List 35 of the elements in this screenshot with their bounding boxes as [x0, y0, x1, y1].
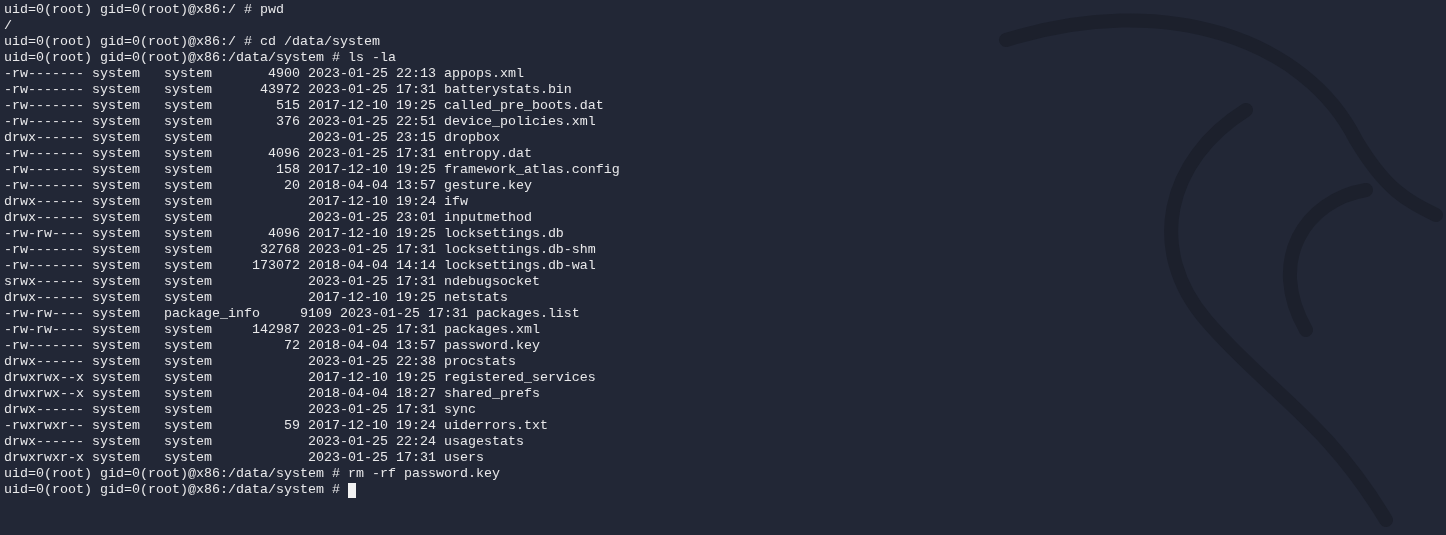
output-line: -rw-rw---- system system 4096 2017-12-10 19:25 locksettings.db [4, 226, 564, 242]
command-text: cd /data/system [258, 34, 380, 50]
output-line: -rw-rw---- system package_info 9109 2023-01-25 17:31 packages.list [4, 306, 580, 322]
output-line: srwx------ system system 2023-01-25 17:31 ndebugsocket [4, 274, 540, 290]
output-line: drwxrwx--x system system 2018-04-04 18:27 shared_prefs [4, 386, 540, 402]
output-line: drwx------ system system 2023-01-25 22:38 procstats [4, 354, 516, 370]
shell-prompt: uid=0(root) gid=0(root)@x86:/data/system # [4, 482, 340, 498]
output-line: drwx------ system system 2023-01-25 17:31 sync [4, 402, 476, 418]
output-line: -rw------- system system 4900 2023-01-25 22:13 appops.xml [4, 66, 524, 82]
shell-prompt: uid=0(root) gid=0(root)@x86:/ # [4, 34, 252, 50]
output-line: -rw------- system system 376 2023-01-25 22:51 device_policies.xml [4, 114, 596, 130]
output-line: drwx------ system system 2023-01-25 22:24 usagestats [4, 434, 524, 450]
shell-prompt: uid=0(root) gid=0(root)@x86:/data/system # [4, 466, 340, 482]
command-text: ls -la [346, 50, 396, 66]
output-line: -rw------- system system 32768 2023-01-25 17:31 locksettings.db-shm [4, 242, 596, 258]
output-line: -rw------- system system 4096 2023-01-25 17:31 entropy.dat [4, 146, 532, 162]
output-line: drwx------ system system 2017-12-10 19:24 ifw [4, 194, 468, 210]
command-text: pwd [258, 2, 284, 18]
command-text: rm -rf password.key [346, 466, 500, 482]
output-line: -rw-rw---- system system 142987 2023-01-25 17:31 packages.xml [4, 322, 540, 338]
output-line: -rwxrwxr-- system system 59 2017-12-10 19:24 uiderrors.txt [4, 418, 548, 434]
output-line: -rw------- system system 72 2018-04-04 13:57 password.key [4, 338, 540, 354]
output-line: drwx------ system system 2023-01-25 23:15 dropbox [4, 130, 500, 146]
output-line: drwx------ system system 2017-12-10 19:25 netstats [4, 290, 508, 306]
output-line: -rw------- system system 173072 2018-04-04 14:14 locksettings.db-wal [4, 258, 596, 274]
shell-prompt: uid=0(root) gid=0(root)@x86:/ # [4, 2, 252, 18]
output-line: drwxrwxr-x system system 2023-01-25 17:31 users [4, 450, 484, 466]
output-line: -rw------- system system 158 2017-12-10 19:25 framework_atlas.config [4, 162, 620, 178]
shell-prompt: uid=0(root) gid=0(root)@x86:/data/system # [4, 50, 340, 66]
output-line: -rw------- system system 20 2018-04-04 13:57 gesture.key [4, 178, 532, 194]
output-line: drwxrwx--x system system 2017-12-10 19:25 registered_services [4, 370, 596, 386]
output-line: -rw------- system system 43972 2023-01-25 17:31 batterystats.bin [4, 82, 572, 98]
output-line: drwx------ system system 2023-01-25 23:01 inputmethod [4, 210, 532, 226]
output-line: / [4, 18, 12, 34]
output-line: -rw------- system system 515 2017-12-10 19:25 called_pre_boots.dat [4, 98, 604, 114]
